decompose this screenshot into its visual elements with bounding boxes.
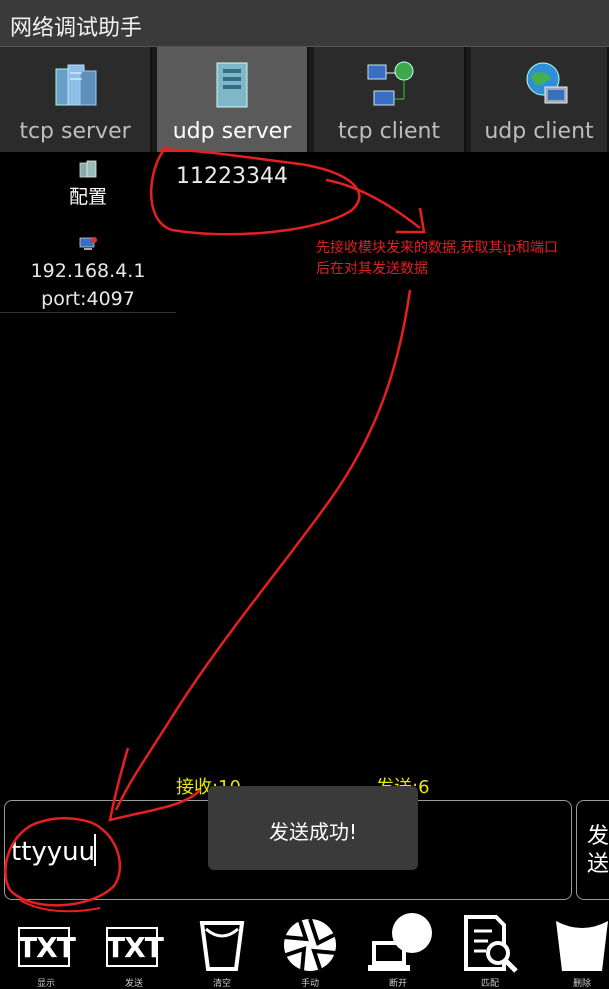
tool-disconnect[interactable]: 断开 <box>368 913 432 989</box>
annotation-note: 先接收模块发来的数据,获取其ip和端口 后在对其发送数据 <box>316 238 558 280</box>
disconnect-icon <box>368 913 432 971</box>
annotation-line-2: 后在对其发送数据 <box>316 261 428 277</box>
device-list-panel <box>0 152 176 313</box>
toast-message: 发送成功! <box>208 786 418 870</box>
txt-send-icon: TXT <box>106 927 164 967</box>
clear-cup-icon <box>199 921 245 971</box>
tool-display[interactable]: TXT 显示 <box>16 913 76 989</box>
tab-tcp-server[interactable]: tcp server <box>0 47 152 152</box>
tab-label: tcp server <box>19 119 131 144</box>
tool-clear[interactable]: 清空 <box>192 913 252 989</box>
server-icon <box>55 64 97 106</box>
server-tower-icon <box>216 62 248 108</box>
tab-label: tcp client <box>337 119 441 144</box>
tab-label: udp client <box>484 119 594 144</box>
tool-label: 删除 <box>572 979 591 989</box>
tool-label: 断开 <box>388 979 407 989</box>
tool-manual[interactable]: 手动 <box>280 913 340 989</box>
tool-label: 手动 <box>300 979 319 989</box>
tab-tcp-client[interactable]: tcp client <box>314 47 466 152</box>
title-bar: 网络调试助手 <box>0 0 609 47</box>
tool-match[interactable]: 匹配 <box>460 913 520 989</box>
tool-label: 清空 <box>212 979 231 989</box>
tab-label: udp server <box>172 119 292 144</box>
tool-send[interactable]: TXT 发送 <box>104 913 164 989</box>
bottom-toolbar: TXT 显示 TXT 发送 清空 手动 断开 匹配 删除 <box>0 905 609 989</box>
tab-udp-server[interactable]: udp server <box>157 47 309 152</box>
tool-label: 显示 <box>36 979 55 989</box>
tool-delete[interactable]: 删除 <box>552 913 609 989</box>
config-search-icon <box>464 915 518 973</box>
app-title: 网络调试助手 <box>10 16 143 41</box>
manual-aperture-icon <box>283 918 337 972</box>
send-input-value: ttyyuu <box>11 837 96 867</box>
tool-label: 匹配 <box>480 979 499 989</box>
send-button-label: 发送 <box>587 824 609 877</box>
tab-bar: tcp server udp server tcp client udp cli… <box>0 47 609 152</box>
tool-label: 发送 <box>124 979 143 989</box>
send-button[interactable]: 发送 <box>576 800 609 900</box>
annotation-line-1: 先接收模块发来的数据,获取其ip和端口 <box>316 240 558 256</box>
toast-text: 发送成功! <box>268 820 358 844</box>
delete-cup-icon <box>556 921 608 971</box>
network-globe-icon <box>367 61 414 106</box>
tab-udp-client[interactable]: udp client <box>471 47 609 152</box>
received-data: 11223344 <box>176 164 288 189</box>
text-caret <box>94 834 96 866</box>
txt-display-icon: TXT <box>18 927 76 967</box>
globe-computer-icon <box>526 62 568 104</box>
